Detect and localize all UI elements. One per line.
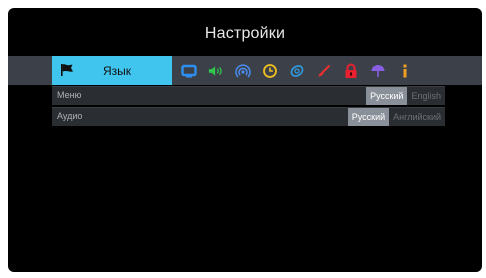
setting-row-menu: Меню Русский English [52, 86, 445, 105]
speaker-icon[interactable] [208, 63, 224, 79]
option-selected[interactable]: Русский [366, 87, 408, 105]
option[interactable]: Английский [389, 108, 445, 126]
brush-icon[interactable] [316, 63, 332, 79]
setting-row-audio: Аудио Русский Английский [52, 107, 445, 126]
page-title: Настройки [204, 25, 286, 42]
broadcast-icon[interactable] [235, 63, 251, 79]
lock-icon[interactable] [343, 63, 359, 79]
settings-tab-bar: Язык [8, 56, 482, 85]
tab-language-label: Язык [102, 64, 132, 78]
info-icon[interactable] [397, 63, 413, 79]
option[interactable]: English [407, 87, 445, 105]
language-options: Русский Английский [347, 108, 445, 126]
tab-language[interactable]: Язык [52, 56, 172, 85]
clock-icon[interactable] [262, 63, 278, 79]
option-selected[interactable]: Русский [347, 108, 390, 126]
setting-label: Аудио [57, 111, 83, 121]
tv-screen: Настройки Язык Меню Русский English Ауди… [8, 8, 482, 272]
monitor-icon[interactable] [181, 63, 197, 79]
language-options: Русский English [366, 87, 445, 105]
setting-label: Меню [57, 90, 82, 100]
umbrella-icon[interactable] [370, 63, 386, 79]
globe-icon[interactable] [289, 63, 305, 79]
